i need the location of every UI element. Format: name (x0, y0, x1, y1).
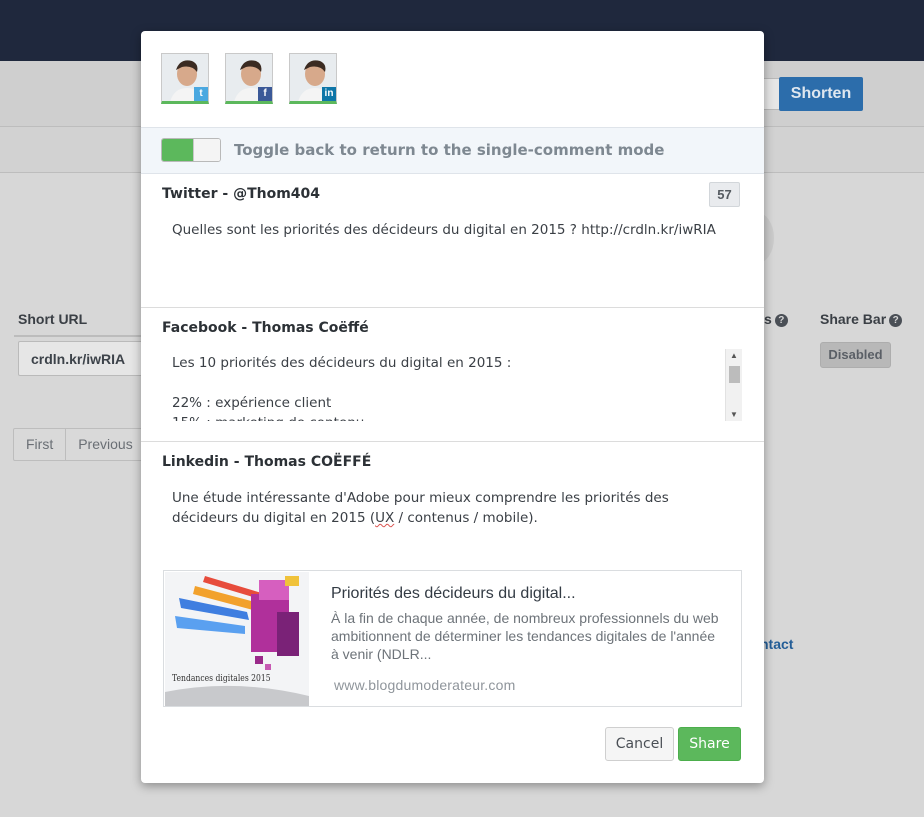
mode-toggle-row: Toggle back to return to the single-comm… (141, 127, 764, 174)
share-bar-status-badge[interactable]: Disabled (820, 342, 891, 368)
column-header-share-bar-label: Share Bar (820, 311, 887, 327)
share-button[interactable]: Share (678, 727, 741, 761)
footer-contact-link[interactable]: ntact (760, 636, 793, 652)
column-header-clicks-label: s (764, 311, 772, 327)
column-header-share-bar: Share Bar? (820, 311, 903, 327)
facebook-icon: f (258, 87, 272, 101)
twitter-char-count: 57 (709, 182, 740, 207)
facebook-message-text: Les 10 priorités des décideurs du digita… (172, 355, 512, 421)
help-icon[interactable]: ? (774, 314, 788, 327)
pager-previous[interactable]: Previous (65, 429, 144, 460)
trends-illustration-icon (165, 572, 309, 706)
toggle-knob[interactable] (193, 139, 220, 161)
pager-first[interactable]: First (14, 429, 65, 460)
scroll-thumb[interactable] (729, 366, 740, 383)
shorten-button[interactable]: Shorten (779, 77, 863, 111)
link-preview-thumbnail: Tendances digitales 2015 (165, 572, 309, 706)
facebook-section-title: Facebook - Thomas Coëffé (162, 320, 369, 336)
link-preview-domain: www.blogdumoderateur.com (334, 677, 516, 693)
linkedin-message-textarea[interactable]: Une étude intéressante d'Adobe pour mieu… (172, 488, 737, 528)
divider (141, 441, 764, 442)
scroll-down-icon[interactable]: ▼ (730, 410, 738, 419)
divider (141, 307, 764, 308)
column-header-rule (14, 335, 142, 337)
column-header-clicks: s? (764, 311, 788, 327)
scroll-up-icon[interactable]: ▲ (730, 351, 738, 360)
link-preview-title[interactable]: Priorités des décideurs du digital... (331, 585, 576, 603)
link-preview-card[interactable]: Tendances digitales 2015 Priorités des d… (163, 570, 742, 707)
facebook-message-textarea[interactable]: Les 10 priorités des décideurs du digita… (162, 349, 742, 421)
share-modal: t f in Toggle back to return to the sing… (141, 31, 764, 783)
twitter-icon: t (194, 87, 208, 101)
pagination: First Previous (13, 428, 146, 461)
avatar-linkedin[interactable]: in (289, 53, 337, 104)
thumbnail-caption: Tendances digitales 2015 (172, 674, 271, 684)
misspelled-word: UX (375, 510, 395, 526)
account-avatars: t f in (161, 53, 353, 104)
linkedin-icon: in (322, 87, 336, 101)
help-icon[interactable]: ? (889, 314, 903, 327)
short-url-cell[interactable]: crdln.kr/iwRIA (18, 341, 144, 376)
facebook-scrollbar[interactable]: ▲ ▼ (725, 349, 742, 421)
multi-comment-toggle[interactable] (161, 138, 221, 162)
avatar-twitter[interactable]: t (161, 53, 209, 104)
linkedin-text-end: / contenus / mobile). (394, 510, 538, 526)
toggle-on-state (162, 139, 193, 161)
cancel-button[interactable]: Cancel (605, 727, 674, 761)
twitter-section-title: Twitter - @Thom404 (162, 186, 321, 202)
toggle-label: Toggle back to return to the single-comm… (234, 141, 665, 159)
column-header-short-url: Short URL (18, 311, 88, 327)
avatar-facebook[interactable]: f (225, 53, 273, 104)
linkedin-section-title: Linkedin - Thomas COËFFÉ (162, 454, 372, 470)
twitter-message-textarea[interactable]: Quelles sont les priorités des décideurs… (172, 220, 732, 240)
link-preview-description: À la fin de chaque année, de nombreux pr… (331, 610, 719, 662)
